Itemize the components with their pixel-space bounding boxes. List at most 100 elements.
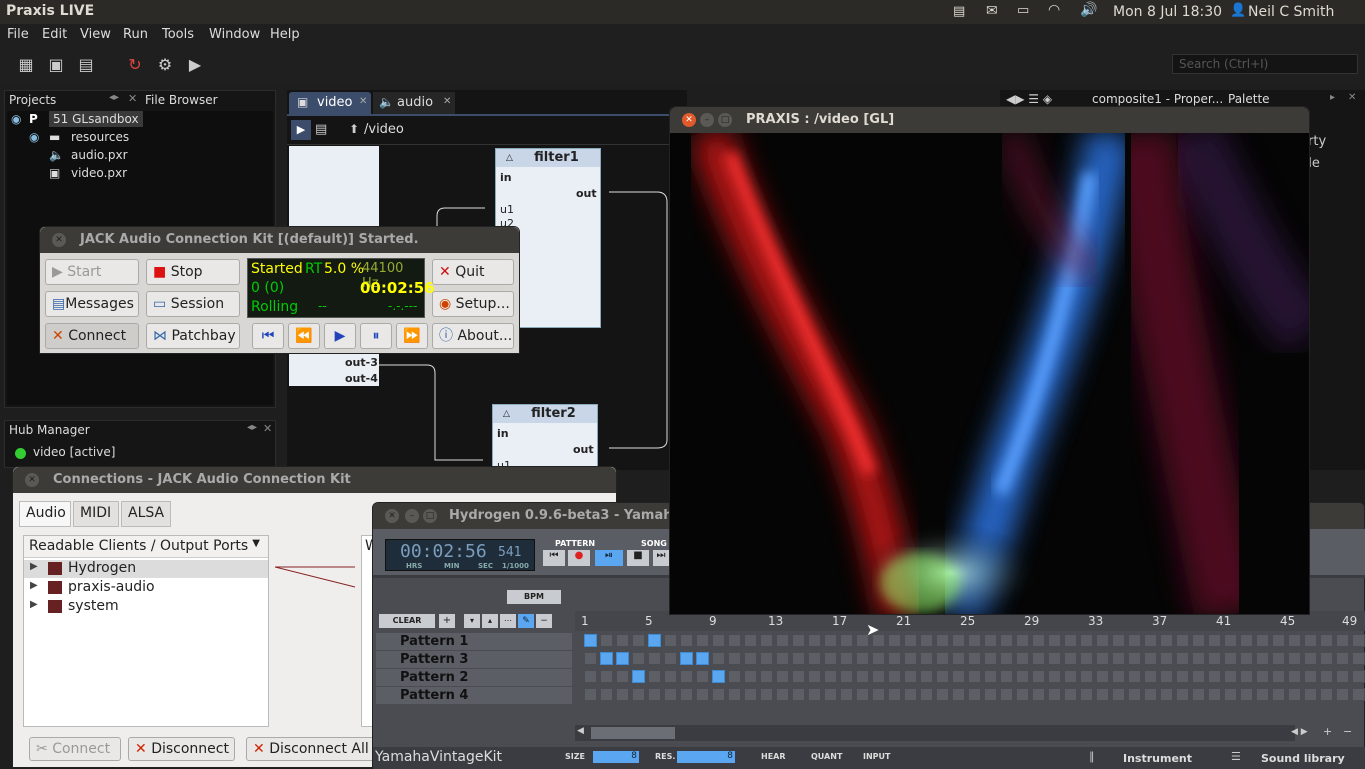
grid-cell[interactable] [1144,670,1157,683]
grid-cell[interactable] [1016,688,1029,701]
grid-cell[interactable] [616,634,629,647]
grid-cell[interactable] [776,634,789,647]
grid-cell[interactable] [1016,634,1029,647]
record-icon[interactable]: ● [568,550,590,566]
grid-cell[interactable] [1000,688,1013,701]
close-icon[interactable]: ✕ [263,422,272,435]
grid-cell[interactable] [824,670,837,683]
hear-toggle[interactable]: HEAR [761,752,786,761]
grid-cell[interactable] [584,688,597,701]
song-mode-label[interactable]: SONG [641,539,667,548]
forward-icon[interactable]: ⏭ [653,550,669,566]
grid-cell[interactable] [1016,670,1029,683]
grid-cell[interactable] [648,688,661,701]
pattern-row[interactable]: Pattern 1 [376,633,572,650]
grid-cell[interactable] [648,652,661,665]
grid-cell[interactable] [1160,670,1173,683]
stop-icon[interactable]: ■ [627,550,649,566]
grid-cell[interactable] [1176,652,1189,665]
grid-cell[interactable] [1096,652,1109,665]
grid-cell[interactable] [1032,670,1045,683]
grid-cell[interactable] [1048,634,1061,647]
grid-cell[interactable] [920,670,933,683]
grid-cell[interactable] [616,670,629,683]
expand-icon[interactable]: ◉ [11,112,21,126]
grid-cell[interactable] [856,652,869,665]
grid-cell[interactable] [792,670,805,683]
grid-cell[interactable] [1352,670,1365,683]
minimize-icon[interactable]: ◂▸ [247,422,257,433]
connect-button[interactable]: ✂ Connect [29,737,121,761]
gear-icon[interactable]: ⚙ [155,55,175,75]
grid-cell[interactable] [1000,652,1013,665]
grid-cell[interactable] [1128,688,1141,701]
grid-cell[interactable] [1336,634,1349,647]
grid-cell[interactable] [632,652,645,665]
grid-cell[interactable] [744,670,757,683]
grid-cell[interactable] [1096,634,1109,647]
menu-help[interactable]: Help [270,27,300,42]
add-icon[interactable]: + [439,614,455,628]
grid-cell[interactable] [808,634,821,647]
grid-cell[interactable] [1096,670,1109,683]
battery-icon[interactable]: ▭ [1017,3,1029,18]
grid-cell[interactable] [952,670,965,683]
grid-cell[interactable] [680,670,693,683]
tab-sound-library[interactable]: Sound library [1261,752,1345,765]
down-icon[interactable]: ▾ [464,614,480,628]
grid-cell[interactable] [1272,670,1285,683]
grid-cell[interactable] [1304,688,1317,701]
grid-cell[interactable] [984,670,997,683]
minimize-icon[interactable]: ◂▸ [109,92,119,103]
grid-cell[interactable] [1352,634,1365,647]
grid-cell[interactable] [1224,670,1237,683]
grid-cell[interactable] [1112,634,1125,647]
grid-cell[interactable] [968,634,981,647]
zoom-in-icon[interactable]: + [1323,725,1332,738]
menu-tools[interactable]: Tools [162,27,194,42]
close-icon[interactable]: ✕ [128,92,137,105]
grid-cell[interactable] [1304,670,1317,683]
grid-cell[interactable] [776,670,789,683]
expand-icon[interactable]: ◉ [29,130,39,144]
grid-cell[interactable] [1192,634,1205,647]
grid-cell[interactable] [1256,652,1269,665]
grid-cell[interactable] [872,670,885,683]
tab-projects[interactable]: Projects [9,93,56,107]
project-root[interactable]: 51 GLsandbox [49,111,143,127]
grid-cell[interactable] [1288,670,1301,683]
grid-cell[interactable] [744,652,757,665]
disconnect-button[interactable]: ✕ Disconnect [128,737,235,761]
up-icon[interactable]: ▴ [482,614,498,628]
rewind-start-button[interactable]: ⏮ [252,323,284,349]
grid-cell[interactable] [1320,634,1333,647]
grid-cell[interactable] [760,634,773,647]
grid-cell[interactable] [1224,652,1237,665]
grid-cell[interactable] [1304,652,1317,665]
disconnect-all-button[interactable]: ✕ Disconnect All [246,737,376,761]
stop-button[interactable]: ■ Stop [146,259,240,285]
menu-edit[interactable]: Edit [42,27,67,42]
grid-cell[interactable] [1256,670,1269,683]
grid-cell[interactable] [1320,688,1333,701]
grid-cell[interactable] [856,670,869,683]
wifi-icon[interactable]: ◠ [1048,2,1060,18]
zoom-out-icon[interactable]: − [1343,725,1352,738]
grid-cell[interactable] [1208,652,1221,665]
grid-cell[interactable] [920,688,933,701]
grid-cell[interactable] [1128,652,1141,665]
grid-cell[interactable] [904,688,917,701]
grid-cell[interactable] [616,652,629,665]
grid-cell[interactable] [1272,652,1285,665]
grid-cell[interactable] [1032,688,1045,701]
grid-cell[interactable] [1272,634,1285,647]
scroll-thumb[interactable] [591,727,675,739]
grid-cell[interactable] [792,652,805,665]
grid-cell[interactable] [1320,652,1333,665]
grid-cell[interactable] [648,670,661,683]
grid-cell[interactable] [1192,652,1205,665]
grid-cell[interactable] [1320,670,1333,683]
patchbay-button[interactable]: ⋈ Patchbay [146,323,240,349]
minimize-icon[interactable]: – [405,509,419,523]
grid-cell[interactable] [1032,652,1045,665]
